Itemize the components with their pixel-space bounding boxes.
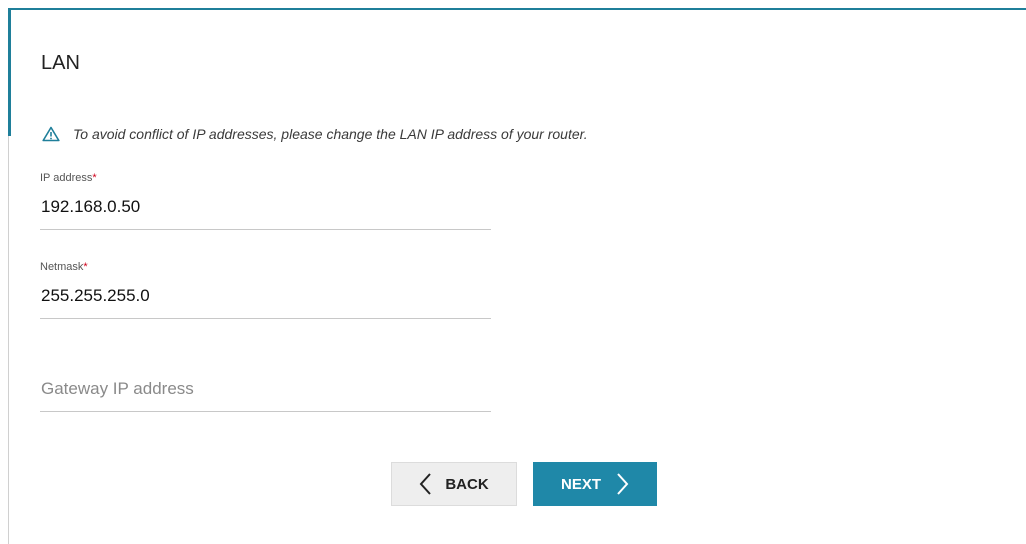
netmask-input[interactable]: 255.255.255.0 bbox=[40, 285, 491, 307]
back-button[interactable]: BACK bbox=[391, 462, 517, 506]
next-button-label: NEXT bbox=[560, 475, 601, 493]
gateway-ip-underline bbox=[40, 411, 491, 412]
page-title: LAN bbox=[41, 52, 80, 74]
ip-address-field[interactable]: IP address* 192.168.0.50 bbox=[40, 172, 491, 230]
ip-address-underline bbox=[40, 229, 491, 230]
left-border bbox=[8, 136, 9, 544]
gateway-ip-field[interactable]: Gateway IP address bbox=[40, 378, 491, 412]
netmask-field[interactable]: Netmask* 255.255.255.0 bbox=[40, 261, 491, 319]
gateway-ip-input[interactable]: Gateway IP address bbox=[40, 378, 491, 400]
ip-address-input[interactable]: 192.168.0.50 bbox=[40, 196, 491, 218]
chevron-right-icon bbox=[615, 472, 629, 496]
warning-triangle-icon bbox=[42, 126, 60, 142]
chevron-left-icon bbox=[419, 472, 433, 496]
netmask-underline bbox=[40, 318, 491, 319]
warning-text: To avoid conflict of IP addresses, pleas… bbox=[73, 126, 588, 142]
left-accent bbox=[8, 8, 11, 136]
back-button-label: BACK bbox=[445, 475, 489, 493]
top-border bbox=[8, 8, 1026, 10]
wizard-page: LAN To avoid conflict of IP addresses, p… bbox=[0, 0, 1026, 544]
next-button[interactable]: NEXT bbox=[533, 462, 657, 506]
required-mark: * bbox=[92, 172, 97, 184]
netmask-label: Netmask* bbox=[40, 261, 88, 273]
warning-message: To avoid conflict of IP addresses, pleas… bbox=[42, 126, 588, 142]
ip-address-label: IP address* bbox=[40, 172, 97, 184]
required-mark: * bbox=[83, 261, 88, 273]
